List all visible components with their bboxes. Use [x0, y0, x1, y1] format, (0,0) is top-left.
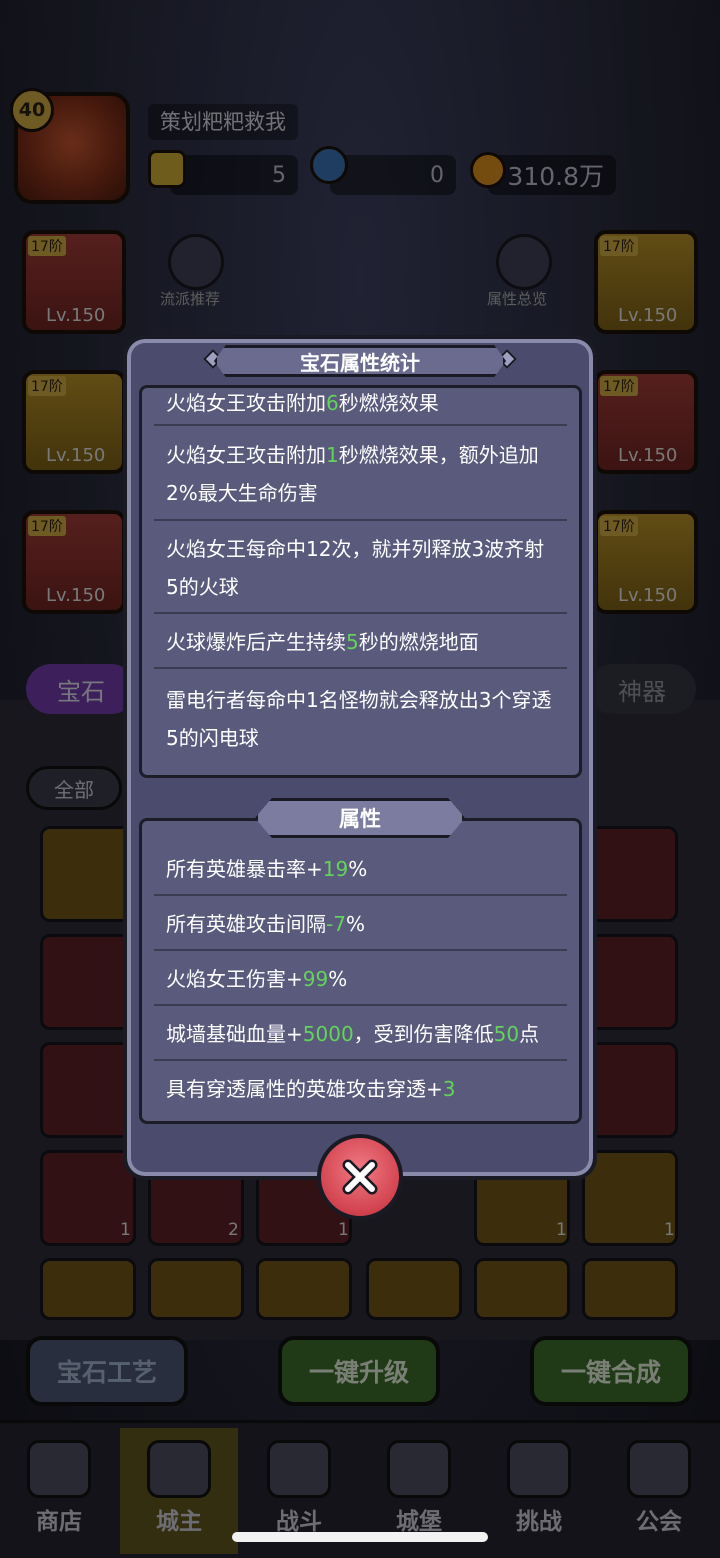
attribute-row: 所有英雄攻击间隔-7%: [142, 896, 579, 951]
attribute-row: 城墙基础血量+5000，受到伤害降低50点: [142, 1006, 579, 1061]
effect-text: 火焰女王攻击附加1秒燃烧效果，额外追加2%最大生命伤害: [166, 442, 539, 505]
effect-row: 火焰女王攻击附加6秒燃烧效果: [142, 388, 579, 426]
attributes-panel[interactable]: 所有英雄暴击率+19% 所有英雄攻击间隔-7% 火焰女王伤害+99% 城墙基础血…: [139, 818, 582, 1124]
effect-text: 火焰女王每命中12次，就并列释放3波齐射5的火球: [166, 536, 545, 599]
attribute-text: 城墙基础血量+5000，受到伤害降低50点: [166, 1021, 540, 1046]
attribute-text: 具有穿透属性的英雄攻击穿透+3: [166, 1076, 456, 1101]
effect-row: 雷电行者每命中1名怪物就会释放出3个穿透5的闪电球: [142, 669, 579, 769]
attributes-title: 属性: [339, 807, 381, 831]
attribute-text: 火焰女王伤害+99%: [166, 966, 348, 991]
effects-panel[interactable]: 火焰女王攻击附加6秒燃烧效果 火焰女王攻击附加1秒燃烧效果，额外追加2%最大生命…: [139, 385, 582, 778]
effect-text: 火球爆炸后产生持续5秒的燃烧地面: [166, 629, 479, 654]
modal-title: 宝石属性统计: [300, 350, 420, 375]
close-button[interactable]: [317, 1134, 403, 1220]
attributes-title-ribbon: 属性: [255, 798, 465, 838]
attribute-row: 具有穿透属性的英雄攻击穿透+3: [142, 1061, 579, 1116]
modal-title-ribbon: 宝石属性统计: [214, 345, 506, 377]
close-x-icon: [342, 1159, 378, 1195]
attribute-text: 所有英雄暴击率+19%: [166, 856, 368, 881]
attribute-text: 所有英雄攻击间隔-7%: [166, 911, 365, 936]
effect-row: 火焰女王攻击附加1秒燃烧效果，额外追加2%最大生命伤害: [142, 426, 579, 521]
effect-text: 雷电行者每命中1名怪物就会释放出3个穿透5的闪电球: [166, 688, 552, 750]
effect-text: 火焰女王攻击附加6秒燃烧效果: [166, 391, 439, 415]
effect-row: 火焰女王每命中12次，就并列释放3波齐射5的火球: [142, 521, 579, 614]
attribute-row: 所有英雄暴击率+19%: [142, 841, 579, 896]
effect-row: 火球爆炸后产生持续5秒的燃烧地面: [142, 614, 579, 669]
home-indicator[interactable]: [232, 1532, 488, 1542]
attribute-row: 火焰女王伤害+99%: [142, 951, 579, 1006]
